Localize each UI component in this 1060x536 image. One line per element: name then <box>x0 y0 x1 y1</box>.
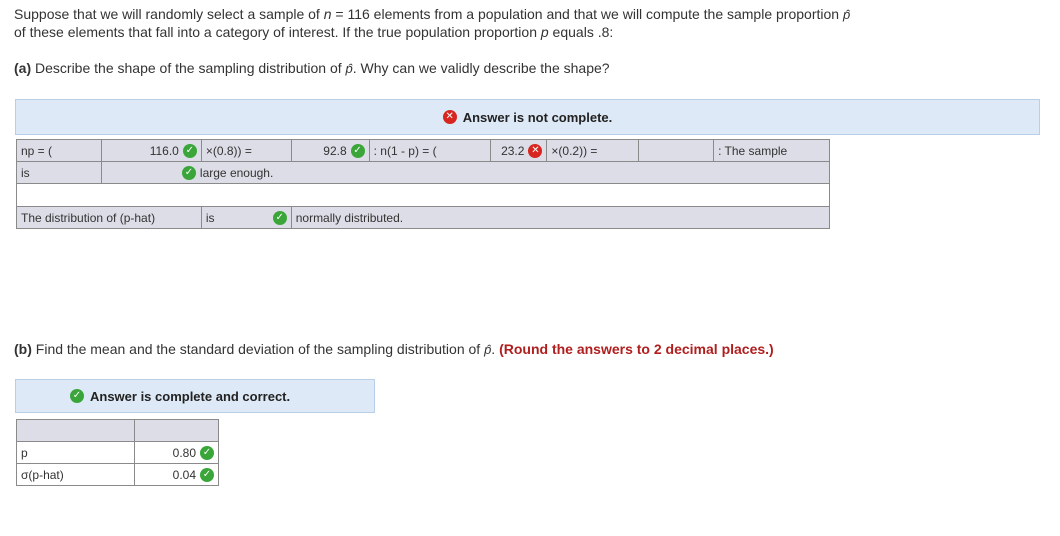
phat-symbol: p̂ <box>842 7 851 22</box>
row-label: p <box>15 441 136 464</box>
status-banner-incomplete: ✕ Answer is not complete. <box>15 99 1040 135</box>
check-circle-icon: ✓ <box>182 143 197 158</box>
part-b-text: Find the mean and the standard deviation… <box>31 341 485 357</box>
table-row: σ(p-hat) 0.04 ✓ <box>15 463 219 486</box>
result1-value: 92.8 <box>323 143 347 158</box>
times-08-label: ×(0.8)) = <box>200 139 292 162</box>
part-b-prompt: (b) Find the mean and the standard devia… <box>14 340 774 359</box>
n1p-value-input[interactable]: 23.2 ✕ <box>490 139 548 162</box>
question-text: Suppose that we will randomly select a s… <box>14 6 324 22</box>
part-a-text: . Why can we validly describe the shape? <box>352 60 610 76</box>
table-row <box>16 183 830 207</box>
check-circle-icon: ✓ <box>272 210 287 225</box>
p-symbol: p <box>540 24 549 40</box>
part-a-text: Describe the shape of the sampling distr… <box>31 60 346 76</box>
mean-value: 0.80 <box>172 445 196 460</box>
table-row: The distribution of (p-hat) is ✓ normall… <box>16 206 831 229</box>
part-b-text: . <box>491 341 500 357</box>
check-circle-icon: ✓ <box>181 165 196 180</box>
question-line-2: of these elements that fall into a categ… <box>14 23 613 41</box>
table-row: p 0.80 ✓ <box>15 441 219 464</box>
n-symbol: n <box>323 6 332 22</box>
question-text: equals .8: <box>548 24 614 40</box>
banner-text: Answer is complete and correct. <box>90 388 291 404</box>
table-header-row <box>15 419 219 442</box>
empty-row <box>16 183 830 207</box>
distribution-label: The distribution of (p-hat) <box>16 206 202 229</box>
phat-symbol: p̂ <box>345 61 353 76</box>
times-02-label: ×(0.2)) = <box>546 139 640 162</box>
part-b-label: (b) <box>14 341 32 357</box>
is-label: is <box>16 161 102 184</box>
dist-is-text: is <box>205 210 215 225</box>
check-circle-icon: ✓ <box>200 445 214 460</box>
question-text: of these elements that fall into a categ… <box>14 24 541 40</box>
check-circle-icon: ✓ <box>200 467 214 482</box>
table-row: np = ( 116.0 ✓ ×(0.8)) = 92.8 ✓ : n(1 - p)… <box>16 139 830 162</box>
header-cell <box>134 419 219 442</box>
question-text: = 116 elements from a population and tha… <box>331 6 843 22</box>
answer-table-b: p 0.80 ✓ σ(p-hat) 0.04 ✓ <box>15 419 219 486</box>
x-circle-icon: ✕ <box>528 143 543 158</box>
question-line-1: Suppose that we will randomly select a s… <box>14 5 850 24</box>
normally-distributed-text: normally distributed. <box>295 210 404 225</box>
sd-input[interactable]: 0.04 ✓ <box>134 463 219 486</box>
header-cell <box>15 419 136 442</box>
part-a-label: (a) <box>14 60 32 76</box>
n1p-value: 23.2 <box>501 143 525 158</box>
check-circle-icon: ✓ <box>70 389 84 403</box>
np-value: 116.0 <box>149 143 179 158</box>
mean-input[interactable]: 0.80 ✓ <box>134 441 219 464</box>
large-enough-select[interactable]: ✓ large enough. <box>100 161 831 184</box>
table-row: is ✓ large enough. <box>16 161 831 184</box>
normally-select[interactable]: normally distributed. <box>290 206 831 229</box>
row-label: σ(p-hat) <box>15 463 136 486</box>
result1-input[interactable]: 92.8 ✓ <box>290 139 370 162</box>
answer-table-a: np = ( 116.0 ✓ ×(0.8)) = 92.8 ✓ : n(1 - p)… <box>16 139 831 229</box>
sd-value: 0.04 <box>172 467 196 482</box>
x-circle-icon: ✕ <box>442 110 457 124</box>
dist-is-select[interactable]: is ✓ <box>200 206 292 229</box>
round-note: (Round the answers to 2 decimal places.) <box>499 341 774 357</box>
part-a-prompt: (a) Describe the shape of the sampling d… <box>14 59 610 78</box>
large-enough-text: large enough. <box>199 165 274 180</box>
n1p-label: : n(1 - p) = ( <box>368 139 492 162</box>
empty-input[interactable] <box>638 139 715 162</box>
np-label: np = ( <box>16 139 102 162</box>
banner-text: Answer is not complete. <box>462 109 613 125</box>
sample-label: : The sample <box>713 139 830 162</box>
np-value-input[interactable]: 116.0 ✓ <box>100 139 202 162</box>
check-circle-icon: ✓ <box>350 143 365 158</box>
status-banner-complete: ✓ Answer is complete and correct. <box>15 379 375 413</box>
